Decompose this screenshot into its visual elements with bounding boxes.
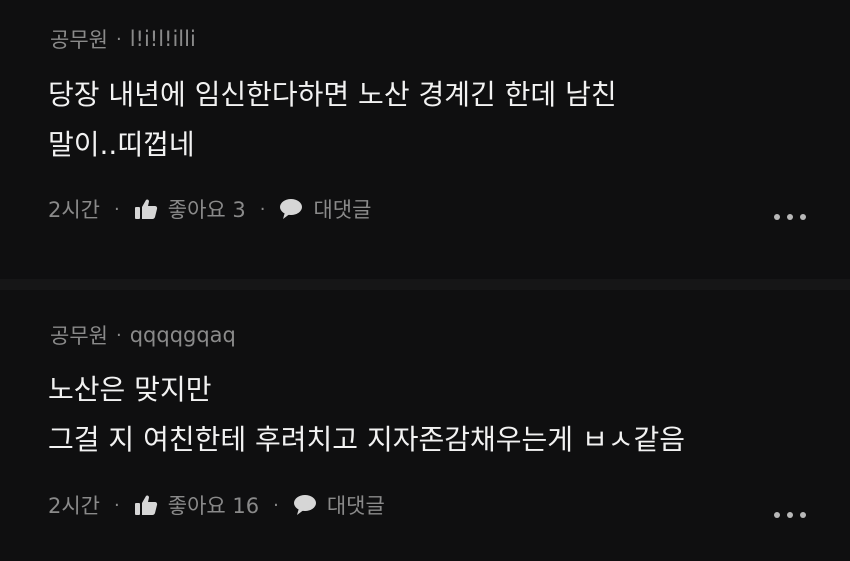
separator-dot: · [115, 28, 122, 50]
more-options-button[interactable] [774, 210, 806, 224]
author-username[interactable]: l!i!l!illi [130, 27, 196, 51]
like-button[interactable]: 좋아요 16 [134, 490, 259, 520]
like-count-label: 좋아요 16 [167, 494, 260, 518]
author-category: 공무원 [50, 28, 108, 52]
author-category: 공무원 [50, 324, 108, 348]
more-dot [787, 214, 793, 220]
separator-dot: · [114, 494, 120, 516]
comment-body: 노산은 맞지만 그걸 지 여친한테 후려치고 지자존감채우는게 ㅂㅅ같음 [48, 365, 685, 465]
separator-dot: · [273, 494, 279, 516]
more-options-button[interactable] [774, 508, 806, 522]
comment-author-meta: 공무원 · l!i!l!illi [50, 24, 196, 54]
reply-button[interactable]: 대댓글 [293, 490, 385, 520]
comment-body: 당장 내년에 임신한다하면 노산 경계긴 한데 남친 말이..띠껍네 [48, 70, 617, 170]
more-dot [800, 512, 806, 518]
comment-line: 당장 내년에 임신한다하면 노산 경계긴 한데 남친 [48, 78, 617, 111]
comment-line: 그걸 지 여친한테 후려치고 지자존감채우는게 ㅂㅅ같음 [48, 423, 685, 456]
comment-item: 공무원 · qqqqgqaq 노산은 맞지만 그걸 지 여친한테 후려치고 지자… [0, 290, 850, 561]
comment-divider [0, 279, 850, 290]
thumbs-up-icon [134, 494, 158, 516]
more-dot [774, 214, 780, 220]
separator-dot: · [115, 324, 122, 346]
like-count-label: 좋아요 3 [167, 198, 246, 222]
reply-button[interactable]: 대댓글 [279, 194, 371, 224]
comment-item: 공무원 · l!i!l!illi 당장 내년에 임신한다하면 노산 경계긴 한데… [0, 0, 850, 270]
reply-label: 대댓글 [326, 494, 385, 518]
reply-label: 대댓글 [313, 198, 372, 222]
comment-actions: 2시간 · 좋아요 3 · 대댓글 [48, 194, 371, 224]
comment-line: 노산은 맞지만 [48, 373, 212, 406]
comment-actions: 2시간 · 좋아요 16 · 대댓글 [48, 490, 385, 520]
thumbs-up-icon [134, 198, 158, 220]
speech-bubble-icon [279, 198, 303, 220]
speech-bubble-icon [293, 494, 317, 516]
more-dot [787, 512, 793, 518]
separator-dot: · [114, 198, 120, 220]
more-dot [800, 214, 806, 220]
author-username[interactable]: qqqqgqaq [130, 323, 236, 347]
comment-time: 2시간 [48, 198, 101, 222]
more-dot [774, 512, 780, 518]
separator-dot: · [259, 198, 266, 220]
like-button[interactable]: 좋아요 3 [134, 194, 246, 224]
comment-time: 2시간 [48, 494, 101, 518]
comment-line: 말이..띠껍네 [48, 128, 195, 161]
comment-author-meta: 공무원 · qqqqgqaq [50, 320, 236, 350]
